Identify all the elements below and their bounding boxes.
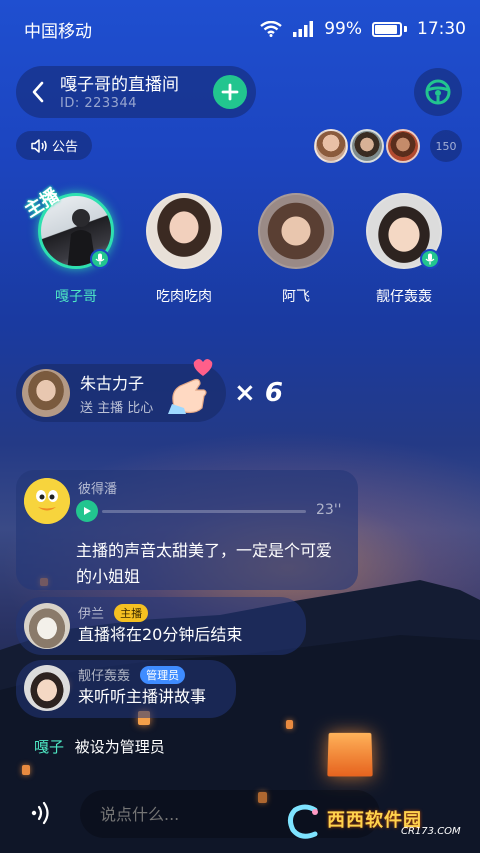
steering-wheel-icon <box>425 79 451 105</box>
sender-name: 彼得潘 <box>78 482 118 497</box>
room-id: ID: 223344 <box>60 95 137 111</box>
gift-description: 送 主播 比心 <box>80 401 154 416</box>
sky-lantern <box>286 720 293 729</box>
status-indicators: 99% 17:30 <box>260 19 466 39</box>
gift-multiplier: × 6 <box>234 378 283 408</box>
seat-guest[interactable]: 靓仔轰轰 <box>364 193 444 306</box>
chat-message: 靓仔轰轰 管理员 来听听主播讲故事 <box>24 665 206 711</box>
seat-guest[interactable]: 阿飞 <box>256 193 336 306</box>
mic-on-badge <box>420 249 440 269</box>
avatar[interactable] <box>22 369 70 417</box>
seat-guest[interactable]: 吃肉吃肉 <box>144 193 224 306</box>
system-text: 被设为管理员 <box>74 738 165 756</box>
voice-input-button[interactable] <box>24 794 58 832</box>
microphone-icon <box>425 253 435 265</box>
host-role-tag: 主播 <box>114 604 149 622</box>
mic-on-badge <box>90 249 110 269</box>
notice-button[interactable]: 公告 <box>16 131 92 160</box>
system-message: 嘎子 被设为管理员 <box>34 736 165 757</box>
avatar[interactable] <box>24 665 70 711</box>
seat-name: 阿飞 <box>282 289 310 305</box>
admin-role-tag: 管理员 <box>140 666 186 684</box>
battery-percent: 99% <box>324 19 362 39</box>
plus-icon <box>221 83 239 101</box>
seat-name: 吃肉吃肉 <box>156 289 212 305</box>
speaker-icon <box>31 138 47 153</box>
cellular-signal-icon <box>293 21 314 37</box>
clock: 17:30 <box>417 19 466 39</box>
avatar[interactable] <box>24 478 70 524</box>
notice-label: 公告 <box>51 140 78 155</box>
room-title: 嘎子哥的直播间 <box>60 74 179 95</box>
chat-message: 伊兰 主播 直播将在20分钟后结束 <box>24 603 242 649</box>
audience-list[interactable]: 150 <box>314 128 462 164</box>
back-button[interactable] <box>16 66 60 118</box>
chat-message: 彼得潘 <box>24 478 117 524</box>
sender-name-text: 伊兰 <box>78 607 105 622</box>
wifi-icon <box>260 21 282 37</box>
carrier-label: 中国移动 <box>24 21 92 42</box>
gift-info: 朱古力子 送 主播 比心 <box>80 370 153 416</box>
room-header: 嘎子哥的直播间 ID: 223344 <box>16 66 256 118</box>
vehicle-button[interactable] <box>414 68 462 116</box>
avatar <box>146 193 222 269</box>
watermark-url: CR173.COM <box>401 826 461 837</box>
status-bar: 中国移动 99% 17:30 <box>0 0 480 58</box>
audience-avatar[interactable] <box>350 129 384 163</box>
sender-name: 伊兰 主播 <box>78 603 242 622</box>
message-body: 靓仔轰轰 管理员 来听听主播讲故事 <box>78 665 206 711</box>
gift-sender: 朱古力子 <box>80 374 145 393</box>
voice-play-button[interactable] <box>76 500 98 522</box>
duck-avatar-icon <box>24 478 70 524</box>
play-icon <box>84 507 91 515</box>
sound-wave-icon <box>31 801 49 825</box>
sky-lantern <box>327 732 373 777</box>
sender-name-text: 靓仔轰轰 <box>78 669 131 684</box>
follow-button[interactable] <box>213 75 247 109</box>
system-user[interactable]: 嘎子 <box>34 738 64 756</box>
audience-avatar[interactable] <box>314 129 348 163</box>
microphone-icon <box>95 253 105 265</box>
room-info: 嘎子哥的直播间 ID: 223344 <box>60 74 213 111</box>
message-text: 主播的声音太甜美了，一定是个可爱的小姐姐 <box>76 541 333 586</box>
chevron-left-icon <box>32 81 44 103</box>
message-text: 直播将在20分钟后结束 <box>78 625 243 644</box>
battery-icon <box>372 21 402 37</box>
sender-name: 靓仔轰轰 管理员 <box>78 665 206 684</box>
sky-lantern <box>22 765 30 775</box>
watermark-logo: 西西软件园 CR173.COM <box>285 800 465 844</box>
audience-count[interactable]: 150 <box>430 130 462 162</box>
voice-progress-track[interactable] <box>102 510 306 513</box>
avatar <box>258 193 334 269</box>
message-body: 伊兰 主播 直播将在20分钟后结束 <box>78 603 242 649</box>
battery-tip <box>404 26 407 32</box>
watermark-emblem <box>287 804 318 839</box>
seat-name: 靓仔轰轰 <box>376 289 432 305</box>
seat-name: 嘎子哥 <box>55 289 97 305</box>
message-text: 来听听主播讲故事 <box>78 687 207 706</box>
audience-avatar[interactable] <box>386 129 420 163</box>
finger-heart-gift-icon <box>168 359 213 414</box>
avatar[interactable] <box>24 603 70 649</box>
voice-duration: 23'' <box>316 502 342 518</box>
